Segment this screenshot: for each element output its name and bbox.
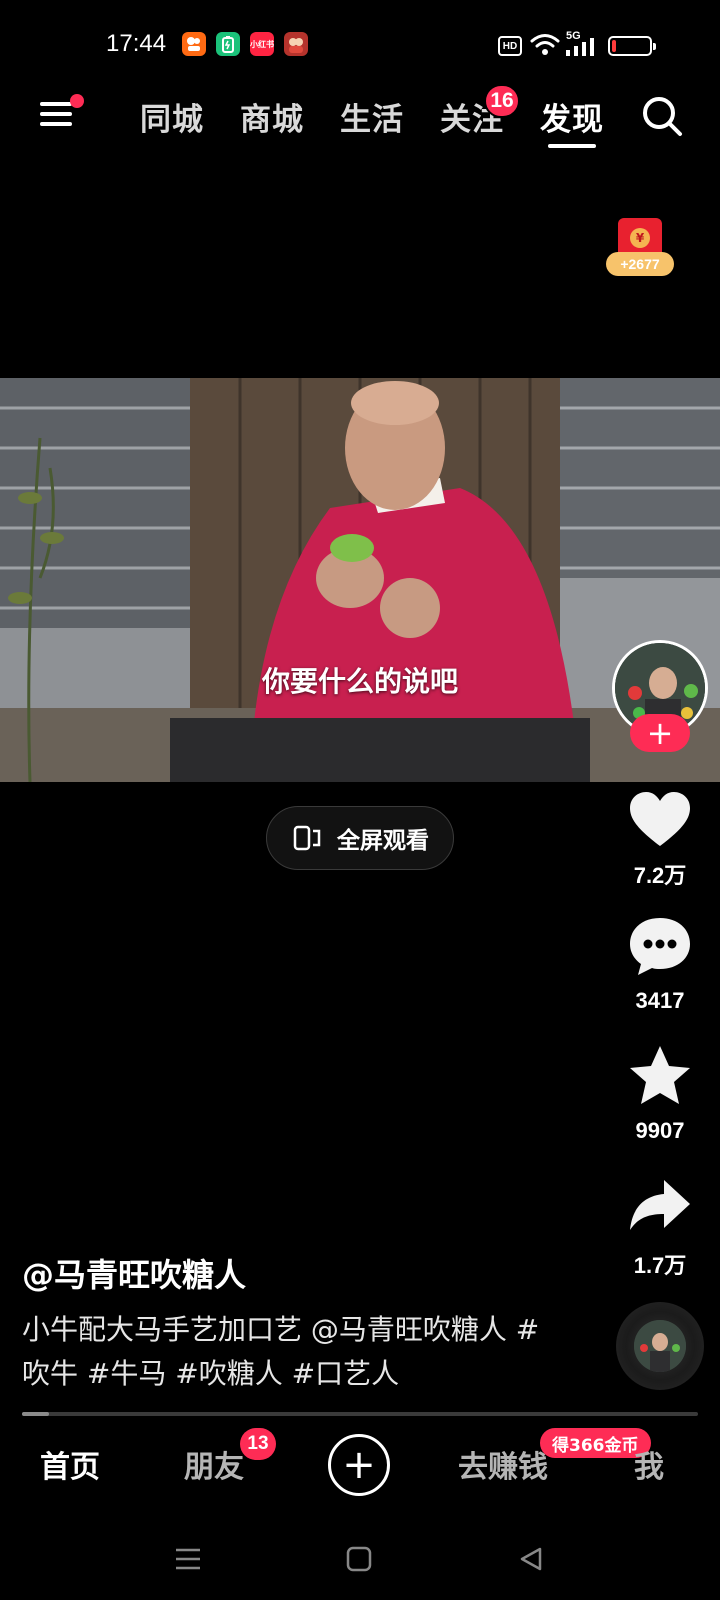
active-tab-indicator xyxy=(548,144,596,148)
coin-icon: ¥ xyxy=(630,228,650,248)
follow-button[interactable]: + xyxy=(630,714,690,752)
music-disc-icon[interactable] xyxy=(616,1302,704,1390)
wifi-icon xyxy=(530,34,560,55)
tab-friends[interactable]: 朋友 xyxy=(184,1442,244,1486)
menu-icon[interactable] xyxy=(40,94,84,132)
friends-badge: 13 xyxy=(240,1428,276,1460)
share-count: 1.7万 xyxy=(633,1253,687,1278)
favorite-count: 9907 xyxy=(635,1118,685,1143)
like-heart-icon[interactable] xyxy=(626,786,694,854)
add-post-button[interactable]: + xyxy=(328,1434,390,1496)
music-cover xyxy=(634,1320,686,1372)
back-icon[interactable] xyxy=(518,1546,544,1572)
battery-app-icon xyxy=(216,32,240,56)
battery-icon xyxy=(608,36,656,56)
red-packet-reward[interactable]: ¥ +2677 xyxy=(606,218,674,278)
video-player[interactable] xyxy=(0,378,720,782)
reward-amount: +2677 xyxy=(606,252,674,276)
search-icon[interactable] xyxy=(640,94,684,138)
hd-badge: HD xyxy=(498,36,522,56)
follow-count-badge: 16 xyxy=(484,84,520,118)
top-nav: 同城 商城 生活 关注 16 发现 xyxy=(0,80,720,160)
share-icon[interactable] xyxy=(626,1172,694,1240)
author-name[interactable]: @马青旺吹糖人 xyxy=(22,1250,246,1296)
video-progress-fill xyxy=(22,1412,50,1416)
fullscreen-label: 全屏观看 xyxy=(337,828,429,854)
signal-icon xyxy=(566,38,594,56)
video-frame xyxy=(0,378,720,782)
status-time: 17:44 xyxy=(106,30,167,57)
status-bar: 17:44 小红书 HD 5G xyxy=(0,0,720,90)
fullscreen-button[interactable]: 全屏观看 xyxy=(266,806,454,870)
favorite-star-icon[interactable] xyxy=(626,1042,694,1110)
battery-level xyxy=(612,40,617,52)
tab-tongcheng[interactable]: 同城 xyxy=(140,94,204,139)
tab-faxian[interactable]: 发现 xyxy=(540,94,604,139)
rotate-screen-icon xyxy=(293,825,321,851)
system-navigation-bar xyxy=(0,1520,720,1600)
tab-earn[interactable]: 去赚钱 xyxy=(458,1442,548,1486)
recent-apps-icon[interactable] xyxy=(174,1546,202,1572)
like-count: 7.2万 xyxy=(633,863,687,888)
home-icon[interactable] xyxy=(346,1546,372,1572)
video-description[interactable]: 小牛配大马手艺加口艺 @马青旺吹糖人 #吹牛 #牛马 #吹糖人 #口艺人 xyxy=(22,1308,562,1396)
video-progress-bar[interactable] xyxy=(22,1412,698,1416)
xiaohongshu-icon: 小红书 xyxy=(250,32,274,56)
menu-notification-dot xyxy=(70,94,84,108)
comment-count: 3417 xyxy=(635,988,685,1013)
kuaishou-icon xyxy=(182,32,206,56)
tab-shenghuo[interactable]: 生活 xyxy=(340,94,404,139)
avatar-app-icon xyxy=(284,32,308,56)
tab-me[interactable]: 我 xyxy=(634,1442,664,1486)
bottom-tab-bar: 首页 朋友 13 + 去赚钱 得366金币 我 xyxy=(0,1420,720,1516)
tab-shangcheng[interactable]: 商城 xyxy=(240,94,304,139)
tab-home[interactable]: 首页 xyxy=(40,1442,100,1486)
comment-icon[interactable] xyxy=(626,912,694,980)
